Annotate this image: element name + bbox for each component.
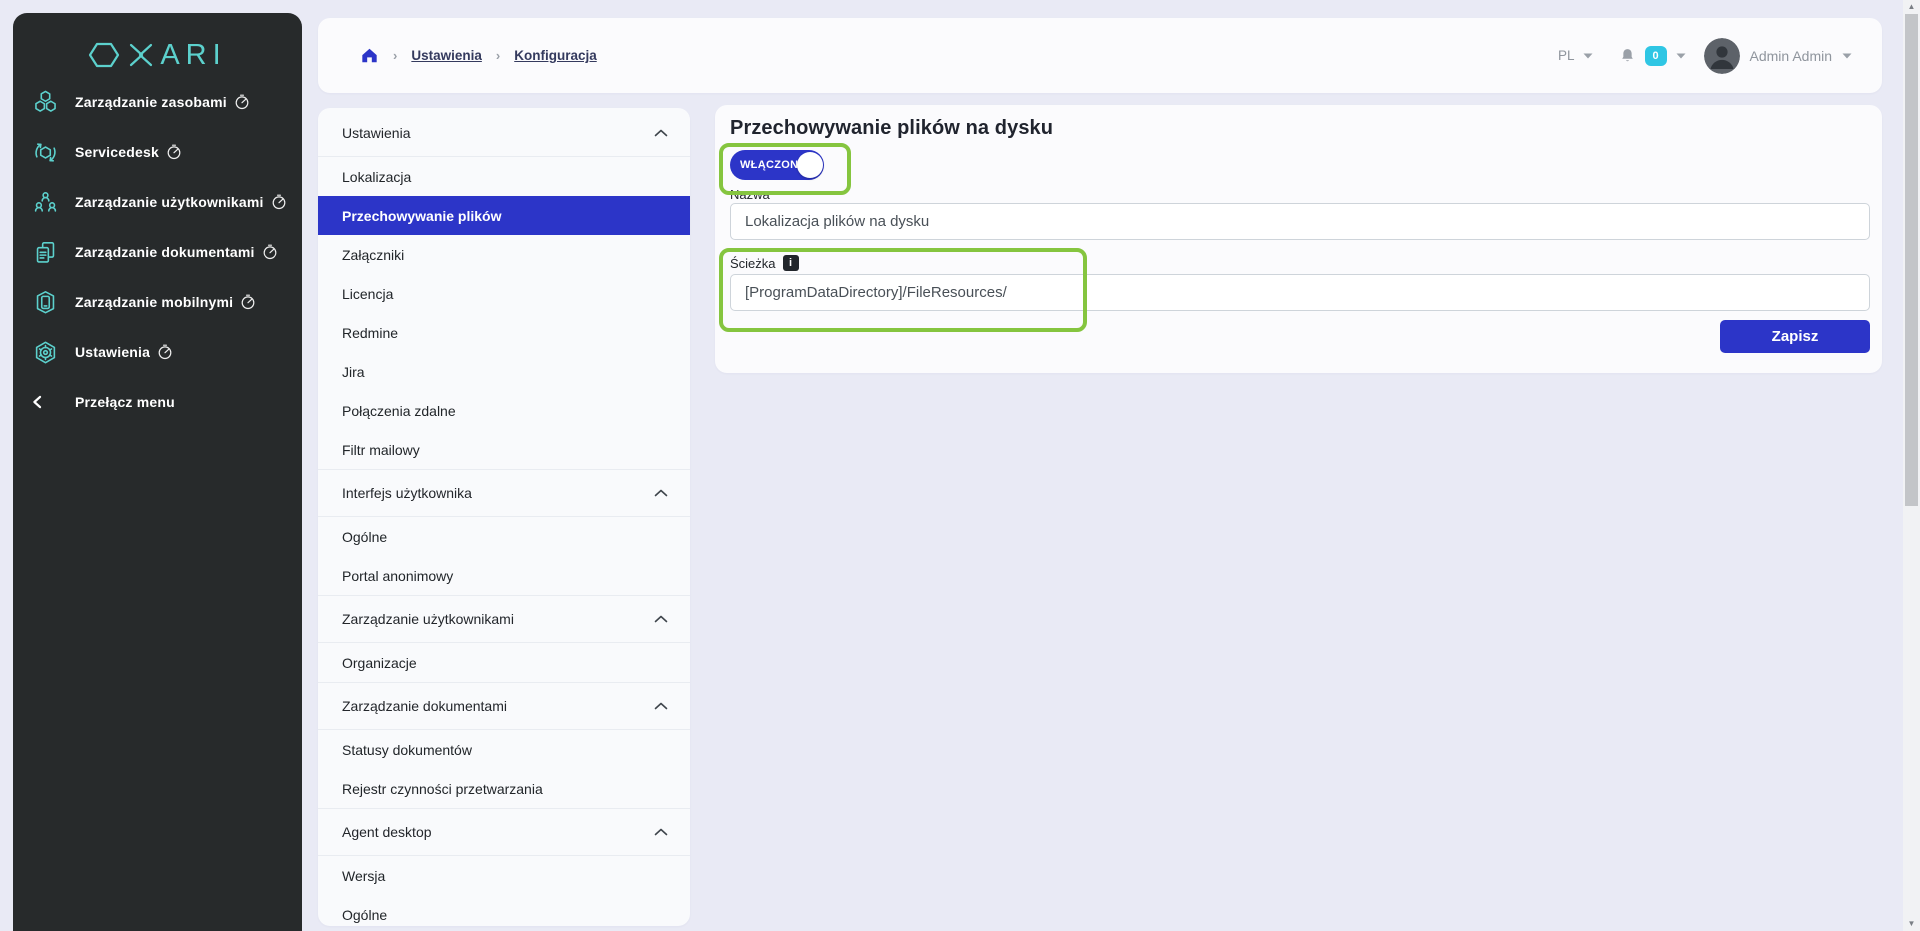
header-right: PL 0 Admin Admin bbox=[1558, 38, 1852, 74]
users-icon bbox=[33, 190, 58, 215]
settings-nav-item-organizacje[interactable]: Organizacje bbox=[318, 643, 690, 682]
section-header-label: Agent desktop bbox=[342, 824, 432, 840]
settings-nav-section-zarzadzanie-uzytkownikami[interactable]: Zarządzanie użytkownikami bbox=[318, 595, 690, 643]
servicedesk-icon bbox=[33, 140, 58, 165]
gauge-icon bbox=[157, 344, 173, 360]
chevron-up-icon bbox=[654, 489, 668, 497]
settings-nav-item-filtr-mailowy[interactable]: Filtr mailowy bbox=[318, 430, 690, 469]
breadcrumb: › Ustawienia › Konfiguracja bbox=[360, 46, 597, 65]
sidebar-item-zarzadzanie-dokumentami[interactable]: Zarządzanie dokumentami bbox=[13, 227, 302, 277]
sidebar-item-label: Zarządzanie użytkownikami bbox=[75, 194, 264, 210]
scrollbar-down-arrow[interactable]: ▼ bbox=[1903, 917, 1920, 931]
home-icon[interactable] bbox=[360, 46, 379, 65]
settings-nav-item-wersja[interactable]: Wersja bbox=[318, 856, 690, 895]
chevron-left-icon bbox=[29, 393, 47, 411]
sidebar-item-label: Zarządzanie dokumentami bbox=[75, 244, 255, 260]
settings-nav-item-ogolne[interactable]: Ogólne bbox=[318, 517, 690, 556]
settings-nav-section-interfejs-uzytkownika[interactable]: Interfejs użytkownika bbox=[318, 469, 690, 517]
assets-icon bbox=[33, 90, 58, 115]
sidebar-item-label: Servicedesk bbox=[75, 144, 159, 160]
chevron-up-icon bbox=[654, 615, 668, 623]
settings-nav-item-ogolne[interactable]: Ogólne bbox=[318, 895, 690, 926]
oxari-logo: ARI bbox=[13, 35, 302, 75]
gauge-icon bbox=[166, 144, 182, 160]
save-button[interactable]: Zapisz bbox=[1720, 320, 1870, 353]
enabled-toggle[interactable]: WŁĄCZONY bbox=[730, 150, 824, 180]
path-input[interactable] bbox=[730, 274, 1870, 311]
settings-nav-section-zarzadzanie-dokumentami[interactable]: Zarządzanie dokumentami bbox=[318, 682, 690, 730]
page-title: Przechowywanie plików na dysku bbox=[730, 117, 1053, 140]
settings-icon bbox=[33, 340, 58, 365]
sidebar-item-label: Zarządzanie mobilnymi bbox=[75, 294, 233, 310]
gauge-icon bbox=[234, 94, 250, 110]
section-header-label: Zarządzanie dokumentami bbox=[342, 698, 507, 714]
caret-down-icon bbox=[1583, 53, 1593, 59]
settings-nav: Ustawienia LokalizacjaPrzechowywanie plik… bbox=[318, 108, 690, 926]
content-card: Przechowywanie plików na dysku WŁĄCZONY … bbox=[715, 105, 1882, 373]
settings-nav-section-ustawienia[interactable]: Ustawienia bbox=[318, 110, 690, 157]
sidebar-item-label: Zarządzanie zasobami bbox=[75, 94, 227, 110]
documents-icon bbox=[33, 240, 58, 265]
settings-nav-item-zalaczniki[interactable]: Załączniki bbox=[318, 235, 690, 274]
user-menu[interactable]: Admin Admin bbox=[1704, 38, 1852, 74]
notification-count-badge: 0 bbox=[1645, 46, 1667, 66]
sidebar-item-label: Ustawienia bbox=[75, 344, 150, 360]
avatar bbox=[1704, 38, 1740, 74]
app-sidebar: ARI Zarządzanie zasobami Servicedesk Zarzą… bbox=[13, 13, 302, 931]
gauge-icon bbox=[262, 244, 278, 260]
info-icon[interactable]: i bbox=[783, 255, 799, 271]
scrollbar-thumb[interactable] bbox=[1905, 14, 1918, 506]
settings-nav-item-polaczenia-zdalne[interactable]: Połączenia zdalne bbox=[318, 391, 690, 430]
settings-nav-item-redmine[interactable]: Redmine bbox=[318, 313, 690, 352]
chevron-up-icon bbox=[654, 702, 668, 710]
name-label: Nazwa bbox=[730, 187, 770, 202]
chevron-up-icon bbox=[654, 129, 668, 137]
section-header-label: Ustawienia bbox=[342, 125, 410, 141]
path-label-text: Ścieżka bbox=[730, 256, 776, 271]
sidebar-item-ustawienia[interactable]: Ustawienia bbox=[13, 327, 302, 377]
toggle-knob bbox=[797, 152, 823, 178]
sidebar-item-servicedesk[interactable]: Servicedesk bbox=[13, 127, 302, 177]
sidebar-item-zarzadzanie-mobilnymi[interactable]: Zarządzanie mobilnymi bbox=[13, 277, 302, 327]
settings-nav-section-agent-desktop[interactable]: Agent desktop bbox=[318, 808, 690, 856]
breadcrumb-separator: › bbox=[393, 48, 397, 63]
caret-down-icon bbox=[1842, 53, 1852, 59]
settings-nav-item-portal-anonimowy[interactable]: Portal anonimowy bbox=[318, 556, 690, 595]
sidebar-item-zarzadzanie-zasobami[interactable]: Zarządzanie zasobami bbox=[13, 77, 302, 127]
collapse-menu-button[interactable]: Przełącz menu bbox=[13, 377, 302, 427]
section-header-label: Interfejs użytkownika bbox=[342, 485, 472, 501]
notifications-button[interactable]: 0 bbox=[1619, 46, 1686, 66]
logo-hexagon-o bbox=[88, 39, 120, 71]
logo-text: ARI bbox=[160, 39, 226, 71]
gauge-icon bbox=[271, 194, 287, 210]
mobile-icon bbox=[33, 290, 58, 315]
vertical-scrollbar: ▲ ▼ bbox=[1903, 0, 1920, 931]
top-header: › Ustawienia › Konfiguracja PL 0 Admin Admi… bbox=[318, 18, 1882, 93]
settings-nav-item-przechowywanie-plikow[interactable]: Przechowywanie plików bbox=[318, 196, 690, 235]
user-name: Admin Admin bbox=[1750, 48, 1832, 64]
settings-nav-item-statusy-dokumentow[interactable]: Statusy dokumentów bbox=[318, 730, 690, 769]
path-label: Ścieżka i bbox=[730, 255, 799, 271]
gauge-icon bbox=[240, 294, 256, 310]
caret-down-icon bbox=[1676, 53, 1686, 59]
breadcrumb-link-konfiguracja[interactable]: Konfiguracja bbox=[514, 48, 597, 63]
breadcrumb-separator: › bbox=[496, 48, 500, 63]
sidebar-item-zarzadzanie-uzytkownikami[interactable]: Zarządzanie użytkownikami bbox=[13, 177, 302, 227]
language-label: PL bbox=[1558, 48, 1575, 63]
settings-nav-item-jira[interactable]: Jira bbox=[318, 352, 690, 391]
settings-nav-item-rejestr-czynnosci-przetwarzania[interactable]: Rejestr czynności przetwarzania bbox=[318, 769, 690, 808]
section-header-label: Zarządzanie użytkownikami bbox=[342, 611, 514, 627]
settings-nav-item-lokalizacja[interactable]: Lokalizacja bbox=[318, 157, 690, 196]
scrollbar-up-arrow[interactable]: ▲ bbox=[1903, 0, 1920, 14]
logo-x-mark bbox=[124, 39, 156, 71]
settings-nav-item-licencja[interactable]: Licencja bbox=[318, 274, 690, 313]
collapse-menu-label: Przełącz menu bbox=[75, 394, 175, 410]
chevron-up-icon bbox=[654, 828, 668, 836]
name-label-text: Nazwa bbox=[730, 187, 770, 202]
breadcrumb-link-ustawienia[interactable]: Ustawienia bbox=[411, 48, 482, 63]
bell-icon bbox=[1619, 47, 1636, 64]
name-input[interactable] bbox=[730, 203, 1870, 240]
language-selector[interactable]: PL bbox=[1558, 48, 1593, 63]
